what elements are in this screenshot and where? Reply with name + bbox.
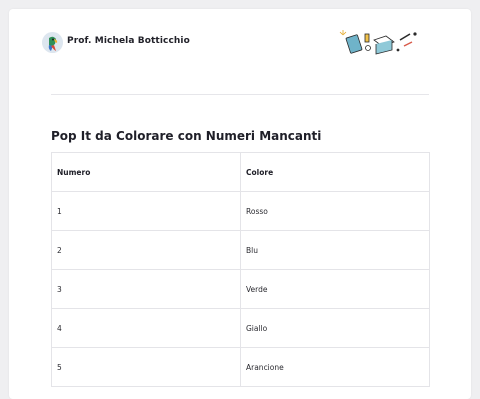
number-color-table: Numero Colore 1 Rosso 2 Blu 3 Verde 4 Gi… bbox=[51, 152, 430, 387]
cell-numero: 2 bbox=[51, 230, 241, 270]
cell-colore: Giallo bbox=[240, 308, 430, 348]
table-row: 2 Blu bbox=[51, 230, 430, 270]
author-name[interactable]: Prof. Michela Botticchio bbox=[67, 36, 190, 46]
cell-numero: 4 bbox=[51, 308, 241, 348]
cell-numero: 1 bbox=[51, 191, 241, 231]
cell-colore: Verde bbox=[240, 269, 430, 309]
table-row: 1 Rosso bbox=[51, 191, 430, 231]
table-row: 4 Giallo bbox=[51, 308, 430, 348]
parrot-avatar-icon[interactable] bbox=[42, 32, 63, 53]
page-title: Pop It da Colorare con Numeri Mancanti bbox=[51, 129, 322, 143]
cell-numero: 5 bbox=[51, 347, 241, 387]
site-header: Prof. Michela Botticchio bbox=[42, 30, 430, 72]
column-header-numero: Numero bbox=[51, 152, 241, 192]
column-header-colore: Colore bbox=[240, 152, 430, 192]
cell-colore: Rosso bbox=[240, 191, 430, 231]
cell-colore: Arancione bbox=[240, 347, 430, 387]
table-row: 5 Arancione bbox=[51, 347, 430, 387]
school-supplies-doodle-icon bbox=[339, 30, 417, 55]
cell-numero: 3 bbox=[51, 269, 241, 309]
table-header-row: Numero Colore bbox=[51, 152, 430, 192]
header-divider bbox=[51, 94, 429, 95]
table-row: 3 Verde bbox=[51, 269, 430, 309]
cell-colore: Blu bbox=[240, 230, 430, 270]
